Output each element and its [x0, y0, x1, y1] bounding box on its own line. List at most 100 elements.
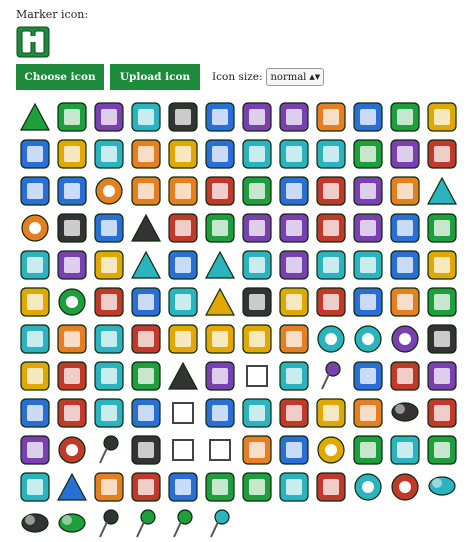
parking-p-icon[interactable] [275, 357, 312, 394]
ski-lift-icon[interactable] [349, 98, 386, 135]
swimming-waves-icon[interactable] [275, 431, 312, 468]
gondola-icon[interactable] [238, 98, 275, 135]
bus-dock-icon[interactable] [201, 135, 238, 172]
pin-teal-icon[interactable] [164, 505, 201, 542]
mountain-icon[interactable] [16, 98, 53, 135]
flag-hill-icon[interactable] [16, 431, 53, 468]
waves-icon[interactable] [164, 468, 201, 505]
anchor-icon[interactable] [53, 357, 90, 394]
oil-can-icon[interactable] [127, 431, 164, 468]
tent-camp-icon[interactable] [127, 246, 164, 283]
toilet-icon[interactable] [201, 172, 238, 209]
hospital-icon[interactable] [275, 320, 312, 357]
monument-icon[interactable] [127, 135, 164, 172]
diamond-icon[interactable] [238, 357, 275, 394]
golf-icon[interactable] [16, 320, 53, 357]
sphere-icon[interactable] [53, 431, 90, 468]
cloud-shapes-icon[interactable] [386, 394, 423, 431]
upload-icon-button[interactable]: Upload icon [110, 64, 200, 90]
prescription-icon[interactable] [349, 357, 386, 394]
truck-icon[interactable] [90, 468, 127, 505]
help-question-icon[interactable] [90, 172, 127, 209]
info-circle-icon[interactable] [349, 320, 386, 357]
telephone-icon[interactable] [275, 135, 312, 172]
helicopter-icon[interactable] [90, 320, 127, 357]
mail-icon[interactable] [201, 394, 238, 431]
pyramid-icon[interactable] [127, 209, 164, 246]
map-frame-icon[interactable] [423, 431, 460, 468]
beach-hut-icon[interactable] [127, 98, 164, 135]
arrow-curve-icon[interactable] [238, 209, 275, 246]
lighthouse-icon[interactable] [238, 135, 275, 172]
motorbike-icon[interactable] [127, 357, 164, 394]
gas-station-icon[interactable] [164, 172, 201, 209]
rain-cloud-icon[interactable] [16, 505, 53, 542]
bed-icon[interactable] [423, 320, 460, 357]
euro-icon[interactable] [164, 283, 201, 320]
water-tower-icon[interactable] [164, 209, 201, 246]
tower-icon[interactable] [53, 135, 90, 172]
shop-icon[interactable] [349, 172, 386, 209]
forbidden-icon[interactable] [386, 283, 423, 320]
volcano-icon[interactable] [275, 283, 312, 320]
horse-riding-icon[interactable] [238, 320, 275, 357]
wheelchair-icon[interactable] [238, 468, 275, 505]
accessible-icon[interactable] [164, 135, 201, 172]
pin-magenta-icon[interactable] [201, 505, 238, 542]
fishing-icon[interactable] [312, 283, 349, 320]
golf-drive-icon[interactable] [53, 394, 90, 431]
swimming-icon[interactable] [312, 135, 349, 172]
square-icon[interactable] [164, 431, 201, 468]
sign-board-icon[interactable] [312, 394, 349, 431]
tram-icon[interactable] [16, 468, 53, 505]
subway-tunnel-icon[interactable] [238, 431, 275, 468]
museum-icon[interactable] [90, 135, 127, 172]
flag-icon[interactable] [349, 283, 386, 320]
close-small-icon[interactable] [386, 209, 423, 246]
mountain-climbing-icon[interactable] [201, 283, 238, 320]
sun-icon[interactable] [349, 468, 386, 505]
wheelchair-ramp-icon[interactable] [423, 98, 460, 135]
church-icon[interactable] [238, 246, 275, 283]
shopping-icon[interactable] [90, 431, 127, 468]
house-icon[interactable] [201, 320, 238, 357]
grid-window-icon[interactable] [349, 246, 386, 283]
sailboat-icon[interactable] [423, 394, 460, 431]
cow-icon[interactable] [90, 98, 127, 135]
toys-icon[interactable] [423, 135, 460, 172]
picnic-icon[interactable] [423, 357, 460, 394]
telephone-red-icon[interactable] [386, 357, 423, 394]
bus-front-icon[interactable] [423, 209, 460, 246]
dollar-icon[interactable] [16, 283, 53, 320]
binoculars-icon[interactable] [238, 172, 275, 209]
airport-icon[interactable] [201, 209, 238, 246]
restaurant-icon[interactable] [275, 172, 312, 209]
photo-camera-icon[interactable] [53, 246, 90, 283]
triangle-outline-icon[interactable] [53, 468, 90, 505]
scrap-icon[interactable] [90, 283, 127, 320]
basket-icon[interactable] [53, 320, 90, 357]
shrine-gate-icon[interactable] [312, 172, 349, 209]
pin-blue-icon[interactable] [90, 505, 127, 542]
hiking-icon[interactable] [164, 320, 201, 357]
cable-car-icon[interactable] [53, 209, 90, 246]
police-officer-icon[interactable] [127, 394, 164, 431]
crop-circle-icon[interactable] [16, 209, 53, 246]
ring-circle-icon[interactable] [53, 283, 90, 320]
taxi-icon[interactable] [16, 246, 53, 283]
wrench-icon[interactable] [90, 357, 127, 394]
photo-group-icon[interactable] [349, 431, 386, 468]
first-aid-cross-icon[interactable] [312, 98, 349, 135]
cycling-icon[interactable] [386, 246, 423, 283]
bottle-apple-icon[interactable] [312, 246, 349, 283]
outdoor-shower-icon[interactable] [386, 98, 423, 135]
cutlery-icon[interactable] [423, 246, 460, 283]
yen-icon[interactable] [312, 468, 349, 505]
spa-icon[interactable] [349, 135, 386, 172]
theater-icon[interactable] [312, 209, 349, 246]
coffee-icon[interactable] [275, 246, 312, 283]
arrow-down-icon[interactable] [275, 209, 312, 246]
person-icon[interactable] [16, 357, 53, 394]
info-icon[interactable] [312, 320, 349, 357]
bus-stops-icon[interactable] [16, 394, 53, 431]
